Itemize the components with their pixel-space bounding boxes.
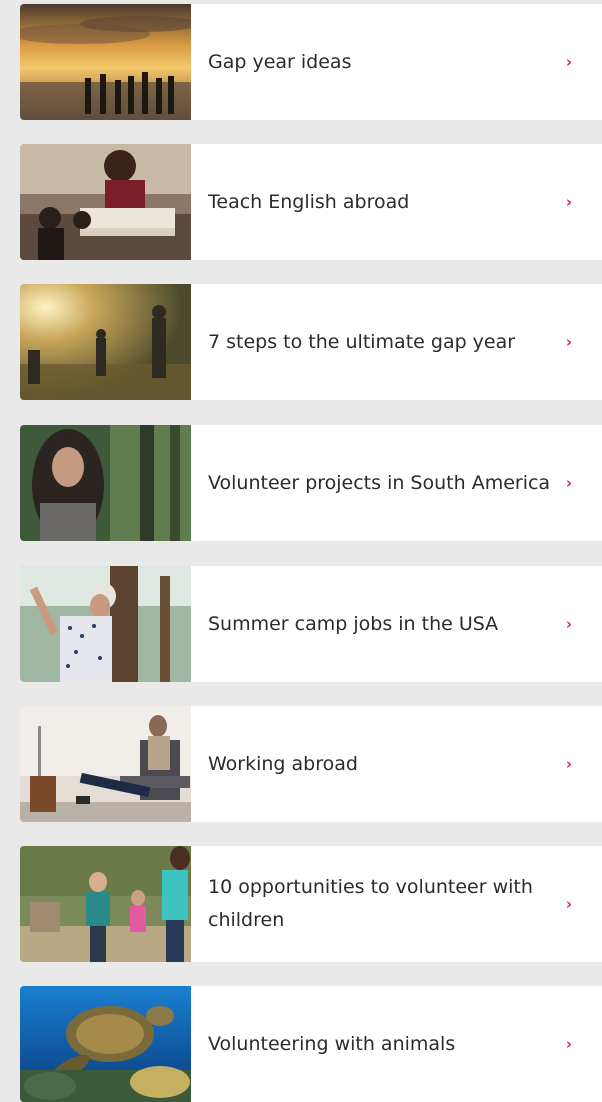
list-item-volunteering-animals[interactable]: Volunteering with animals › (20, 986, 602, 1102)
list-item-label: 10 opportunities to volunteer with child… (208, 876, 533, 931)
list-item-label: Working abroad (208, 752, 358, 775)
list-item-volunteer-south-america[interactable]: Volunteer projects in South America › (20, 425, 602, 541)
list-item-label: Gap year ideas (208, 50, 352, 73)
list-item-label: Volunteer projects in South America (208, 471, 551, 494)
list-item-working-abroad[interactable]: Working abroad › (20, 706, 602, 822)
list-item-label: Summer camp jobs in the USA (208, 612, 499, 635)
list-item-label: Volunteering with animals (208, 1032, 456, 1055)
chevron-right-icon: › (565, 755, 572, 773)
chevron-right-icon: › (565, 615, 572, 633)
list-item-teach-english-abroad[interactable]: Teach English abroad › (20, 144, 602, 260)
children-running-photo (20, 846, 191, 962)
list-item-volunteer-children[interactable]: 10 opportunities to volunteer with child… (20, 846, 602, 962)
chevron-right-icon: › (565, 474, 572, 492)
forest-woman-photo (20, 425, 191, 541)
chevron-right-icon: › (565, 1035, 572, 1053)
chevron-right-icon: › (565, 53, 572, 71)
sunset-surfers-photo (20, 4, 191, 120)
chevron-right-icon: › (565, 333, 572, 351)
list-item-label: Teach English abroad (208, 190, 410, 213)
classroom-photo (20, 144, 191, 260)
list-item-gap-year-ideas[interactable]: Gap year ideas › (20, 4, 602, 120)
chevron-right-icon: › (565, 895, 572, 913)
list-item-label: 7 steps to the ultimate gap year (208, 330, 516, 353)
chevron-right-icon: › (565, 193, 572, 211)
tree-climbing-photo (20, 566, 191, 682)
airport-lounge-photo (20, 706, 191, 822)
list-item-7-steps[interactable]: 7 steps to the ultimate gap year › (20, 284, 602, 400)
sea-turtle-photo (20, 986, 191, 1102)
hikers-photo (20, 284, 191, 400)
article-list: Gap year ideas › Teach English abroad › (0, 0, 602, 1102)
list-item-summer-camp-usa[interactable]: Summer camp jobs in the USA › (20, 566, 602, 682)
